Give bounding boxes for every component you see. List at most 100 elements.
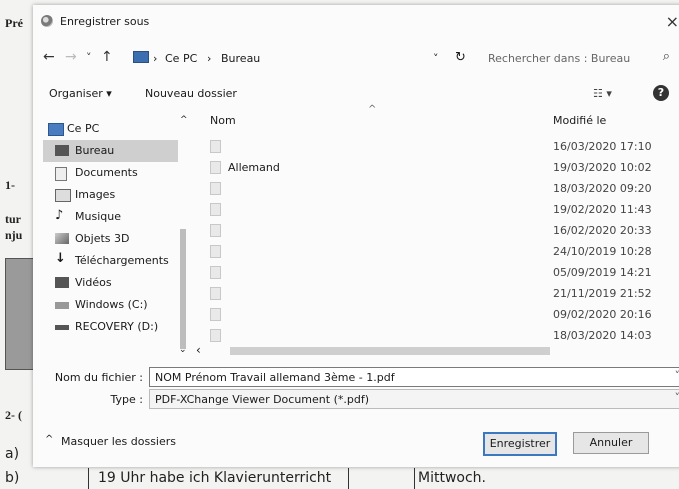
scroll-thumb[interactable] — [180, 229, 186, 349]
documents-icon — [55, 167, 67, 181]
list-item[interactable]: 05/09/2019 14:21 — [196, 262, 679, 284]
recent-locations-icon[interactable]: ˅ — [86, 51, 92, 64]
horizontal-scrollbar[interactable]: ‹ › — [196, 343, 679, 357]
sidebar-item-images[interactable]: Images — [43, 184, 178, 206]
chevron-down-icon[interactable]: ˅ — [675, 391, 679, 404]
list-item[interactable]: 19/02/2020 11:43 — [196, 199, 679, 221]
file-icon — [210, 182, 221, 195]
back-arrow-icon[interactable]: ← — [43, 49, 55, 65]
list-item[interactable]: 16/03/2020 17:10 — [196, 136, 679, 158]
file-modified-date: 19/03/2020 10:02 — [553, 161, 652, 174]
filetype-value: PDF-XChange Viewer Document (*.pdf) — [155, 393, 369, 406]
title-bar[interactable]: Enregistrer sous × — [33, 5, 679, 37]
drive-icon — [55, 325, 69, 330]
sidebar-item-windows-c[interactable]: Windows (C:) — [43, 294, 178, 316]
sidebar-item-label: Bureau — [75, 144, 115, 157]
breadcrumb-ce-pc[interactable]: Ce PC — [165, 52, 197, 65]
file-icon — [210, 308, 221, 321]
refresh-icon[interactable]: ↻ — [455, 50, 466, 65]
chevron-down-icon[interactable]: ˅ — [433, 52, 439, 65]
bg-table-line — [414, 468, 415, 489]
list-item[interactable]: 21/11/2019 21:52 — [196, 283, 679, 305]
images-icon — [55, 189, 71, 202]
sidebar-item-label: Ce PC — [67, 122, 100, 135]
file-modified-date: 18/03/2020 09:20 — [553, 182, 652, 195]
file-icon — [210, 329, 221, 342]
file-icon — [210, 266, 221, 279]
sidebar-item-telechargements[interactable]: ↓ Téléchargements — [43, 250, 178, 272]
save-as-dialog: Enregistrer sous × ← → ˅ ↑ › Ce PC › Bur… — [33, 5, 679, 467]
file-modified-date: 16/02/2020 20:33 — [553, 224, 652, 237]
sidebar-item-label: Musique — [75, 210, 121, 223]
sidebar-item-bureau[interactable]: Bureau — [43, 140, 178, 162]
scroll-down-icon[interactable]: ⌄ — [179, 345, 187, 355]
file-modified-date: 21/11/2019 21:52 — [553, 287, 652, 300]
bg-text-tur: tur — [5, 212, 21, 226]
sidebar-item-ce-pc[interactable]: Ce PC — [43, 118, 178, 140]
bg-text-a: a) — [5, 446, 20, 462]
file-icon — [210, 140, 221, 153]
bg-text-top: Pré — [5, 16, 23, 30]
filename-input[interactable]: NOM Prénom Travail allemand 3ème - 1.pdf… — [149, 367, 679, 387]
navigation-bar: ← → ˅ ↑ › Ce PC › Bureau ˅ ↻ Rechercher … — [33, 43, 679, 73]
bg-table-line — [88, 468, 89, 489]
scroll-left-icon[interactable]: ‹ — [196, 343, 201, 357]
crumb-sep-icon: › — [153, 52, 158, 65]
sidebar-item-label: Images — [75, 188, 116, 201]
list-header: Nom ^ Modifié le — [196, 104, 679, 132]
file-icon — [210, 161, 221, 174]
app-icon — [41, 15, 53, 27]
sidebar-scrollbar[interactable]: ^ ⌄ — [179, 115, 188, 355]
sidebar-item-label: Téléchargements — [75, 254, 169, 267]
bg-text-2: 2- ( — [5, 408, 22, 422]
help-icon[interactable]: ? — [653, 85, 669, 101]
new-folder-button[interactable]: Nouveau dossier — [145, 87, 237, 100]
sidebar-item-documents[interactable]: Documents — [43, 162, 178, 184]
scroll-thumb[interactable] — [230, 347, 550, 355]
hide-folders-button[interactable]: Masquer les dossiers — [61, 435, 176, 448]
sidebar-item-label: Documents — [75, 166, 138, 179]
video-icon — [55, 277, 69, 288]
filetype-row: Type : PDF-XChange Viewer Document (*.pd… — [33, 389, 679, 409]
address-bar[interactable]: › Ce PC › Bureau ˅ ↻ — [125, 48, 477, 68]
bg-text-1: 1- — [5, 178, 15, 192]
save-button[interactable]: Enregistrer — [483, 432, 557, 456]
file-modified-date: 18/03/2020 14:03 — [553, 329, 652, 342]
column-header-name[interactable]: Nom — [210, 114, 236, 127]
view-options-icon[interactable]: ☷ ▾ — [593, 87, 612, 100]
search-box[interactable]: Rechercher dans : Bureau ⌕ — [484, 48, 674, 68]
collapse-icon[interactable]: ^ — [45, 434, 53, 445]
crumb-sep-icon: › — [207, 52, 212, 65]
search-placeholder: Rechercher dans : Bureau — [488, 52, 631, 65]
file-modified-date: 24/10/2019 10:28 — [553, 245, 652, 258]
file-modified-date: 05/09/2019 14:21 — [553, 266, 652, 279]
cancel-button[interactable]: Annuler — [573, 432, 649, 454]
organize-button[interactable]: Organiser ▾ — [49, 87, 112, 100]
list-item[interactable]: Allemand 19/03/2020 10:02 — [196, 157, 679, 179]
search-icon[interactable]: ⌕ — [663, 49, 670, 64]
sidebar-item-objets-3d[interactable]: Objets 3D — [43, 228, 178, 250]
pc-icon — [133, 51, 149, 63]
list-item[interactable]: 16/02/2020 20:33 — [196, 220, 679, 242]
sort-arrow-icon: ^ — [368, 104, 377, 115]
list-item[interactable]: 18/03/2020 09:20 — [196, 178, 679, 200]
sidebar-item-recovery-d[interactable]: RECOVERY (D:) — [43, 316, 178, 338]
scroll-up-icon[interactable]: ^ — [180, 115, 188, 125]
forward-arrow-icon[interactable]: → — [65, 49, 77, 65]
sidebar-item-musique[interactable]: ♪ Musique — [43, 206, 178, 228]
toolbar: Organiser ▾ Nouveau dossier ☷ ▾ ? — [33, 83, 679, 107]
list-item[interactable]: 24/10/2019 10:28 — [196, 241, 679, 263]
file-modified-date: 16/03/2020 17:10 — [553, 140, 652, 153]
breadcrumb-bureau[interactable]: Bureau — [221, 52, 260, 65]
column-header-modified[interactable]: Modifié le — [553, 114, 606, 127]
music-icon: ♪ — [55, 208, 64, 223]
filetype-select[interactable]: PDF-XChange Viewer Document (*.pdf) ˅ — [149, 389, 679, 409]
download-icon: ↓ — [55, 251, 66, 266]
up-arrow-icon[interactable]: ↑ — [101, 49, 113, 65]
list-item[interactable]: 18/03/2020 14:03 — [196, 325, 679, 347]
list-item[interactable]: 09/02/2020 20:16 — [196, 304, 679, 326]
close-icon[interactable]: × — [666, 12, 679, 31]
sidebar-item-videos[interactable]: Vidéos — [43, 272, 178, 294]
chevron-down-icon[interactable]: ˅ — [675, 369, 679, 382]
filename-row: Nom du fichier : NOM Prénom Travail alle… — [33, 367, 679, 387]
